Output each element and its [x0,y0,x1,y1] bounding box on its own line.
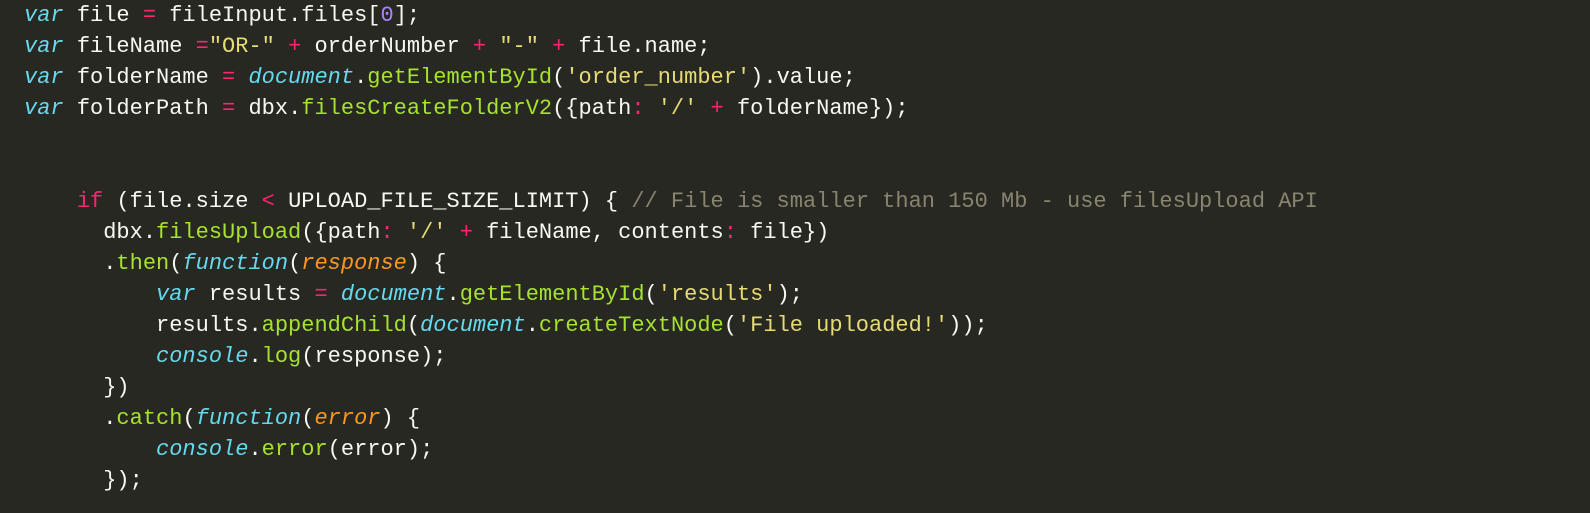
code-line: console.error(error); [24,437,433,462]
code-line: var folderName = document.getElementById… [24,65,856,90]
code-line: dbx.filesUpload({path: '/' + fileName, c… [24,220,829,245]
code-line: console.log(response); [24,344,447,369]
code-line: if (file.size < UPLOAD_FILE_SIZE_LIMIT) … [24,189,1318,214]
code-line: }); [24,468,143,493]
code-line: .then(function(response) { [24,251,447,276]
code-line: .catch(function(error) { [24,406,420,431]
code-line: var folderPath = dbx.filesCreateFolderV2… [24,96,909,121]
code-editor[interactable]: var file = fileInput.files[0]; var fileN… [0,0,1590,496]
code-line: results.appendChild(document.createTextN… [24,313,988,338]
code-line: var results = document.getElementById('r… [24,282,803,307]
code-line: var file = fileInput.files[0]; [24,3,420,28]
code-line: }) [24,375,130,400]
code-line: var fileName ="OR-" + orderNumber + "-" … [24,34,711,59]
